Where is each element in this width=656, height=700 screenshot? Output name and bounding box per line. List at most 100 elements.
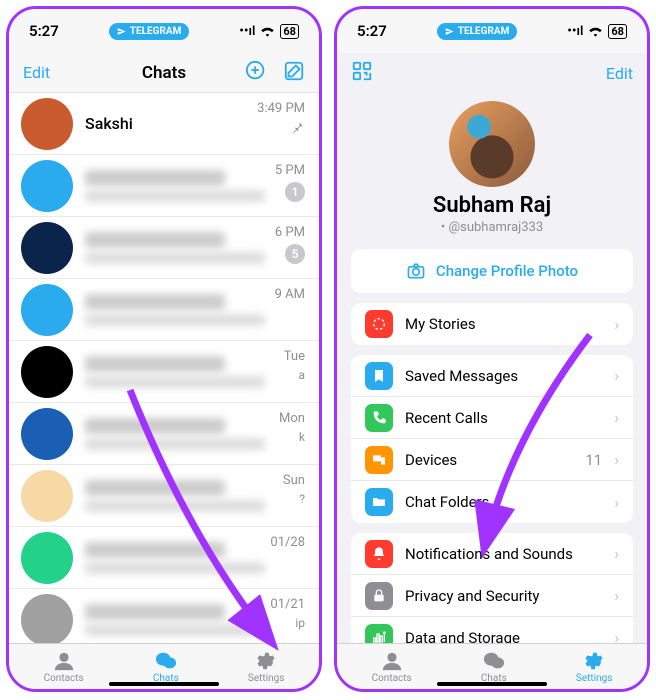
chat-time: 5 PM: [275, 163, 305, 178]
tab-settings[interactable]: Settings: [576, 650, 613, 684]
chat-time: 01/28: [270, 535, 305, 550]
stories-card: My Stories ›: [351, 303, 633, 345]
change-photo-card: Change Profile Photo: [351, 249, 633, 293]
wifi-icon: [260, 25, 275, 37]
status-right: ••ıl 68: [239, 24, 299, 39]
chat-time: 6 PM: [275, 225, 305, 240]
devices-icon: [365, 446, 393, 474]
tab-chats[interactable]: Chats: [481, 650, 507, 684]
paper-plane-icon: [445, 27, 454, 36]
chat-time: Mon: [279, 411, 305, 426]
phone-chats: 5:27 TELEGRAM ••ıl 68 Edit Chats Sakshi 3…: [6, 6, 322, 692]
chat-row[interactable]: 01/21ip: [9, 589, 319, 649]
settings-group-1: Saved Messages › Recent Calls › Devices …: [351, 355, 633, 523]
camera-icon: [406, 261, 426, 281]
avatar: [21, 98, 73, 150]
row-my-stories[interactable]: My Stories ›: [351, 303, 633, 345]
settings-content[interactable]: Subham Raj • @subhamraj333 Change Profil…: [337, 93, 647, 649]
settings-row-chat-folders[interactable]: Chat Folders ›: [351, 481, 633, 523]
settings-row-devices[interactable]: Devices 11 ›: [351, 439, 633, 481]
chat-row[interactable]: Sakshi 3:49 PM: [9, 93, 319, 155]
paper-plane-icon: [117, 27, 126, 36]
avatar: [21, 160, 73, 212]
profile-handle: • @subhamraj333: [337, 220, 647, 235]
compose-icon[interactable]: [283, 60, 305, 86]
profile-block: Subham Raj • @subhamraj333: [337, 93, 647, 239]
avatar[interactable]: [449, 101, 535, 187]
avatar: [21, 408, 73, 460]
settings-row-privacy-and-security[interactable]: Privacy and Security ›: [351, 575, 633, 617]
chat-list[interactable]: Sakshi 3:49 PM 5 PM 1 6 PM 5 9 AM TueaMonkSun? 0…: [9, 93, 319, 649]
chats-icon: [482, 650, 506, 672]
nav-header: Edit Chats: [9, 53, 319, 93]
chevron-right-icon: ›: [614, 544, 619, 563]
chevron-right-icon: ›: [614, 408, 619, 427]
avatar: [21, 470, 73, 522]
change-photo-button[interactable]: Change Profile Photo: [351, 249, 633, 293]
status-time: 5:27: [29, 22, 59, 40]
row-label: Privacy and Security: [405, 587, 602, 605]
avatar: [21, 222, 73, 274]
profile-name: Subham Raj: [337, 193, 647, 218]
chat-row[interactable]: Sun?: [9, 465, 319, 527]
cell-signal-icon: ••ıl: [567, 24, 583, 39]
nav-header: Edit: [337, 53, 647, 93]
row-label: Recent Calls: [405, 409, 602, 427]
tab-chats[interactable]: Chats: [153, 650, 179, 684]
chat-row[interactable]: 9 AM: [9, 279, 319, 341]
gear-icon: [254, 650, 278, 672]
chat-time: Sun: [283, 473, 305, 488]
new-message-icon[interactable]: [245, 60, 267, 86]
edit-button[interactable]: Edit: [606, 64, 633, 83]
tab-contacts[interactable]: Contacts: [44, 650, 84, 684]
chat-row[interactable]: 6 PM 5: [9, 217, 319, 279]
folder-icon: [365, 488, 393, 516]
battery-icon: 68: [608, 24, 627, 39]
tab-contacts[interactable]: Contacts: [372, 650, 412, 684]
settings-row-notifications-and-sounds[interactable]: Notifications and Sounds ›: [351, 533, 633, 575]
row-label: Devices: [405, 451, 573, 469]
status-bar: 5:27 TELEGRAM ••ıl 68: [9, 9, 319, 53]
edit-button[interactable]: Edit: [23, 63, 50, 82]
person-icon: [380, 650, 404, 672]
row-label: Notifications and Sounds: [405, 545, 602, 563]
chat-time: 9 AM: [275, 287, 305, 302]
home-indicator: [109, 682, 219, 686]
battery-icon: 68: [280, 24, 299, 39]
settings-row-saved-messages[interactable]: Saved Messages ›: [351, 355, 633, 397]
qr-icon[interactable]: [351, 60, 373, 86]
phone-settings: 5:27 TELEGRAM ••ıl 68 Edit Subham Raj • …: [334, 6, 650, 692]
avatar: [21, 346, 73, 398]
status-pill: TELEGRAM: [437, 23, 518, 40]
avatar: [21, 594, 73, 646]
bookmark-icon: [365, 362, 393, 390]
chevron-right-icon: ›: [614, 586, 619, 605]
chat-time: 01/21: [270, 597, 305, 612]
chat-time: Tue: [284, 349, 305, 364]
lock-icon: [365, 582, 393, 610]
status-bar: 5:27 TELEGRAM ••ıl 68: [337, 9, 647, 53]
chat-time: 3:49 PM: [257, 101, 305, 116]
wifi-icon: [588, 25, 603, 37]
avatar: [21, 284, 73, 336]
chat-row[interactable]: 01/28: [9, 527, 319, 589]
chat-row[interactable]: 5 PM 1: [9, 155, 319, 217]
chats-icon: [154, 650, 178, 672]
unread-badge: 1: [285, 182, 305, 202]
status-right: ••ıl 68: [567, 24, 627, 39]
person-icon: [52, 650, 76, 672]
page-title: Chats: [142, 63, 186, 83]
stories-icon: [365, 310, 393, 338]
chat-name: Sakshi: [85, 114, 133, 133]
chevron-right-icon: ›: [614, 450, 619, 469]
chat-row[interactable]: Tuea: [9, 341, 319, 403]
settings-row-recent-calls[interactable]: Recent Calls ›: [351, 397, 633, 439]
status-time: 5:27: [357, 22, 387, 40]
chat-row[interactable]: Monk: [9, 403, 319, 465]
pin-icon: [291, 120, 305, 138]
bell-icon: [365, 540, 393, 568]
chevron-right-icon: ›: [614, 366, 619, 385]
row-label: Saved Messages: [405, 367, 602, 385]
tab-settings[interactable]: Settings: [248, 650, 285, 684]
unread-badge: 5: [285, 244, 305, 264]
